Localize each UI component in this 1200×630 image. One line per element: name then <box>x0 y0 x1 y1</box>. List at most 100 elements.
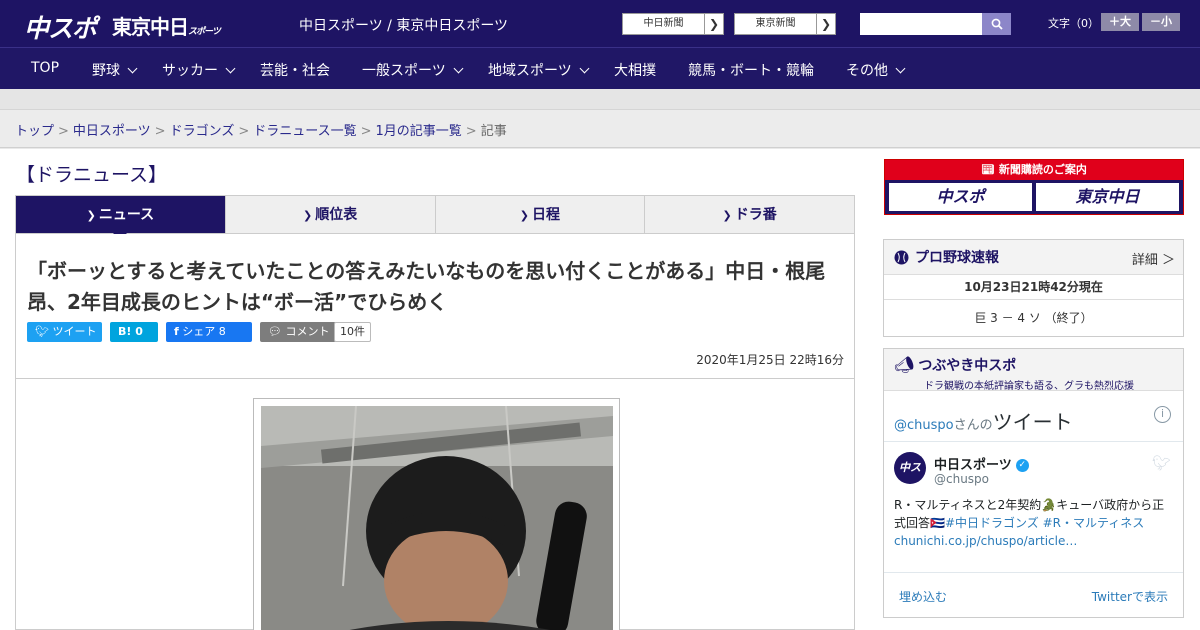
ext-link-label: 東京新聞 <box>755 18 796 29</box>
ad-title: 📰︎ 新聞購読のご案内 <box>885 160 1183 180</box>
comment-count[interactable]: 10件 <box>334 322 371 342</box>
chevron-right-icon: ❯ <box>722 209 732 222</box>
breadcrumb-item-chuspo[interactable]: 中日スポーツ <box>73 124 151 139</box>
tweet[interactable]: 中スポ 中日スポーツ ✓ @chuspo 🐦︎ R・マルティネスと2年契約🐊キュー… <box>884 442 1183 572</box>
twitter-bird-icon[interactable]: 🐦︎ <box>1152 454 1171 472</box>
timeline-header: @chuspoさんのツイート i <box>884 391 1183 442</box>
subscription-ad[interactable]: 📰︎ 新聞購読のご案内 中スポ 東京中日 <box>884 159 1184 215</box>
tweet-link[interactable]: chunichi.co.jp/chuspo/article… <box>894 534 1077 548</box>
widget-title: プロ野球速報 <box>915 250 999 266</box>
breadcrumb: トップ > 中日スポーツ > ドラゴンズ > ドラニュース一覧 >1月の記事一覧 > 記事 <box>0 110 1200 148</box>
chevron-down-icon <box>895 63 906 74</box>
info-icon[interactable]: i <box>1154 406 1171 423</box>
tab-news[interactable]: ❯ ニュース <box>16 196 225 240</box>
nav-label: 芸能・社会 <box>260 63 330 79</box>
nav-label: 競馬・ボート・競輪 <box>688 63 814 79</box>
nav-item-top[interactable]: TOP <box>31 60 59 76</box>
breadcrumb-separator: > <box>58 124 69 139</box>
comment-button[interactable]: 💬︎ コメント <box>260 322 336 342</box>
nav-label: その他 <box>846 63 888 79</box>
nav-label: TOP <box>31 60 60 76</box>
nav-item-general-sports[interactable]: 一般スポーツ <box>362 60 464 80</box>
tweet-button[interactable]: 🐦︎ ツイート <box>27 322 102 342</box>
breadcrumb-item-month-list[interactable]: 1月の記事一覧 <box>376 124 462 139</box>
tweet-hashtags[interactable]: #中日ドラゴンズ #R・マルティネス <box>945 516 1144 530</box>
breadcrumb-current: 記事 <box>480 124 507 139</box>
facebook-icon: f <box>174 325 179 338</box>
widget-title: つぶやき中スポ <box>918 358 1017 374</box>
search-button[interactable] <box>982 13 1011 35</box>
speech-bubble-icon: 💬︎ <box>268 325 282 338</box>
tokyo-shimbun-link[interactable]: 東京新聞 ❯ <box>734 13 836 35</box>
hatena-bookmark-button[interactable]: B! 0 <box>110 322 158 342</box>
scores-detail-link[interactable]: 詳細 ＞ <box>1132 249 1175 268</box>
nav-item-sumo[interactable]: 大相撲 <box>614 60 656 80</box>
breadcrumb-separator: > <box>465 124 477 139</box>
tab-schedule[interactable]: ❯ 日程 <box>434 196 645 233</box>
nav-item-racing[interactable]: 競馬・ボート・競輪 <box>688 60 814 80</box>
ad-title-text: 新聞購読のご案内 <box>998 163 1087 176</box>
site-header: 中スポ 東京中日スポーツ 中日スポーツ / 東京中日スポーツ 中日新聞 ❯ 東京… <box>0 0 1200 47</box>
font-bigger-button[interactable]: ＋大 <box>1101 13 1139 31</box>
breadcrumb-item-top[interactable]: トップ <box>15 124 54 139</box>
nav-label: 地域スポーツ <box>488 63 572 79</box>
nav-label: 野球 <box>92 63 120 79</box>
publish-date: 2020年1月25日 22時16分 <box>696 353 844 367</box>
section-title: 【ドラニュース】 <box>16 164 168 186</box>
sub-bar <box>0 89 1200 110</box>
nav-item-baseball[interactable]: 野球 <box>92 60 138 80</box>
article: 「ボーッとすると考えていたことの答えみたいなものを思い付くことがある」中日・根尾… <box>15 234 855 630</box>
main-nav: TOP 野球 サッカー 芸能・社会 一般スポーツ 地域スポーツ 大相撲 競馬・ボ… <box>0 47 1200 89</box>
subscribe-chuspo-button[interactable]: 中スポ <box>889 183 1032 211</box>
breadcrumb-item-news-list[interactable]: ドラニュース一覧 <box>253 124 356 139</box>
breadcrumb-separator: > <box>360 124 372 139</box>
ext-link-label: 中日新聞 <box>643 18 684 29</box>
chevron-down-icon <box>579 63 590 74</box>
avatar[interactable]: 中スポ <box>894 452 926 506</box>
tokyo-logo-main: 東京中日 <box>112 15 189 39</box>
tab-label: ドラ番 <box>734 207 777 223</box>
section-tabs: ❯ ニュース ❯ 順位表 ❯ 日程 ❯ ドラ番 <box>15 195 855 240</box>
tab-standings[interactable]: ❯ 順位表 <box>224 196 435 233</box>
chevron-down-icon <box>127 63 138 74</box>
search-input[interactable] <box>860 13 982 35</box>
view-on-twitter-link[interactable]: Twitterで表示 <box>1092 588 1168 605</box>
baseball-scores-widget: プロ野球速報 詳細 ＞ 10月23日21時42分現在 巨 3 － 4 ソ （終了… <box>883 239 1184 337</box>
breadcrumb-separator: > <box>154 124 166 139</box>
article-photo-frame <box>253 398 620 630</box>
game-score[interactable]: 巨 3 － 4 ソ （終了） <box>884 300 1183 336</box>
subscribe-tokyo-button[interactable]: 東京中日 <box>1036 183 1179 211</box>
chuspo-logo[interactable]: 中スポ <box>24 9 97 45</box>
breadcrumb-separator: > <box>238 124 250 139</box>
breadcrumb-item-dragons[interactable]: ドラゴンズ <box>170 124 235 139</box>
tweet-author-name[interactable]: 中日スポーツ ✓ <box>934 454 1029 473</box>
nav-label: サッカー <box>162 63 218 79</box>
embed-link[interactable]: 埋め込む <box>899 588 947 605</box>
article-photo[interactable] <box>261 406 613 630</box>
font-smaller-button[interactable]: －小 <box>1142 13 1180 31</box>
chevron-right-icon: ❯ <box>519 209 529 222</box>
newspaper-icon: 📰︎ <box>981 163 996 176</box>
nav-label: 一般スポーツ <box>362 63 446 79</box>
tab-label: 順位表 <box>315 207 358 223</box>
chunichi-shimbun-link[interactable]: 中日新聞 ❯ <box>622 13 724 35</box>
site-name: 中日スポーツ / 東京中日スポーツ <box>299 18 509 34</box>
nav-item-soccer[interactable]: サッカー <box>162 60 236 80</box>
nav-item-other[interactable]: その他 <box>846 60 906 80</box>
twitter-bird-icon: 🐦︎ <box>35 325 49 338</box>
tab-reporters[interactable]: ❯ ドラ番 <box>644 196 854 233</box>
article-headline: 「ボーッとすると考えていたことの答えみたいなものを思い付くことがある」中日・根尾… <box>27 259 826 314</box>
twitter-widget: 📣︎ つぶやき中スポ ドラ観戦の本紙評論家も語る、グラも熱烈応援 @chuspoさ… <box>883 348 1184 618</box>
facebook-share-button[interactable]: f シェア 8 <box>166 322 252 342</box>
widget-subtitle: ドラ観戦の本紙評論家も語る、グラも熱烈応援 <box>924 381 1134 392</box>
chevron-down-icon <box>453 63 464 74</box>
author-name-text: 中日スポーツ <box>934 458 1012 473</box>
tokyo-chunichi-logo[interactable]: 東京中日スポーツ <box>112 11 221 40</box>
timeline-account-suffix: さんの <box>953 418 993 433</box>
timeline-account[interactable]: @chuspo <box>894 418 954 433</box>
tweet-author-handle[interactable]: @chuspo <box>934 472 989 486</box>
nav-item-local-sports[interactable]: 地域スポーツ <box>488 60 590 80</box>
nav-item-entertainment[interactable]: 芸能・社会 <box>260 60 330 80</box>
timeline-heading: ツイート <box>992 410 1073 434</box>
tokyo-logo-sub: スポーツ <box>188 27 221 37</box>
